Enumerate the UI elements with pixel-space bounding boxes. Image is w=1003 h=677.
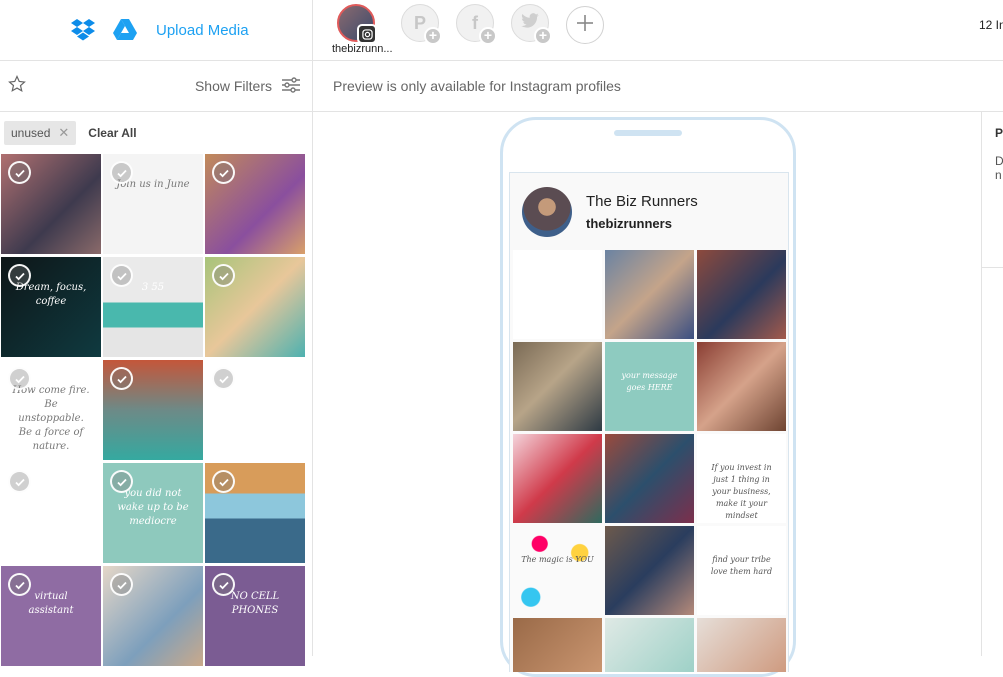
handle: thebizrunners [586, 215, 672, 231]
media-tile[interactable]: Dream, focus, coffee [1, 257, 101, 357]
instagram-icon [357, 24, 377, 44]
show-filters-label: Show Filters [194, 78, 272, 94]
post-caption: find your tribe love them hard [710, 555, 773, 576]
media-tile[interactable]: NO CELL PHONES [205, 566, 305, 666]
active-filters: unused ✕ Clear All [0, 112, 312, 154]
side-panel-heading: P [995, 126, 1003, 140]
select-checkbox[interactable] [110, 367, 133, 390]
instagram-preview: The Biz Runners thebizrunners your messa… [509, 172, 789, 672]
post-caption: your message goes HERE [621, 371, 678, 392]
profile-bar: thebizrunn... P + f + + 12 In [313, 0, 1003, 61]
divider [982, 182, 1003, 268]
feed-post [605, 434, 694, 523]
add-icon: + [479, 27, 497, 45]
select-checkbox[interactable] [110, 573, 133, 596]
display-name: The Biz Runners [586, 192, 698, 210]
star-icon[interactable] [8, 74, 26, 98]
feed-post [605, 250, 694, 339]
sliders-icon [282, 76, 300, 96]
google-drive-icon[interactable] [112, 18, 138, 42]
add-icon: + [534, 27, 552, 45]
facebook-icon: f [472, 12, 478, 33]
profile-name: thebizrunn... [332, 43, 393, 55]
media-tile[interactable] [205, 154, 305, 254]
phone-frame: The Biz Runners thebizrunners your messa… [500, 117, 796, 677]
filter-tag: unused ✕ [4, 121, 77, 145]
select-checkbox[interactable] [110, 264, 133, 287]
feed-post [513, 342, 602, 431]
clear-all-button[interactable]: Clear All [88, 126, 136, 140]
post-caption: The magic is YOU [521, 555, 594, 564]
feed-post [513, 618, 602, 672]
show-filters-button[interactable]: Show Filters [194, 76, 300, 96]
twitter-profile-button[interactable]: + [511, 4, 552, 45]
filter-bar: Show Filters [0, 61, 312, 112]
filter-tag-label: unused [11, 126, 51, 140]
post-caption: If you invest in just 1 thing in your bu… [711, 463, 772, 520]
select-checkbox[interactable] [8, 161, 31, 184]
select-checkbox[interactable] [212, 264, 235, 287]
preview-area: The Biz Runners thebizrunners your messa… [313, 112, 981, 677]
topbar-right-text: 12 In [979, 18, 1003, 32]
media-tile[interactable]: virtual assistant [1, 566, 101, 666]
add-profile-button[interactable] [566, 6, 604, 44]
feed-post: If you invest in just 1 thing in your bu… [697, 434, 786, 523]
media-library-panel: Upload Media Show Filters unused ✕ Clear… [0, 0, 313, 666]
feed-post: The magic is YOU [513, 526, 602, 615]
media-caption: you did not wake up to be mediocre [117, 488, 189, 527]
select-checkbox[interactable] [212, 573, 235, 596]
phone-speaker [614, 130, 682, 136]
select-checkbox[interactable] [212, 470, 235, 493]
avatar [522, 186, 572, 237]
media-tile[interactable] [103, 566, 203, 666]
media-tile[interactable]: 3 55 [103, 257, 203, 357]
select-checkbox[interactable] [110, 470, 133, 493]
plus-icon [575, 13, 595, 38]
preview-note: Preview is only available for Instagram … [313, 61, 1003, 112]
select-checkbox[interactable] [212, 161, 235, 184]
feed-post: find your tribe love them hard [697, 526, 786, 615]
media-tile[interactable] [1, 463, 101, 563]
upload-bar: Upload Media [0, 0, 312, 61]
side-panel: P D n [981, 112, 1003, 656]
feed-post [697, 342, 786, 431]
select-checkbox[interactable] [8, 573, 31, 596]
side-panel-text: D n [995, 154, 1003, 182]
feed-post [697, 618, 786, 672]
facebook-profile-button[interactable]: f + [456, 4, 497, 45]
upload-media-link[interactable]: Upload Media [156, 22, 249, 39]
feed-post [605, 618, 694, 672]
feed-post [513, 250, 602, 339]
media-tile[interactable] [205, 257, 305, 357]
instagram-profile-header: The Biz Runners thebizrunners [510, 173, 788, 250]
media-tile[interactable] [1, 154, 101, 254]
select-checkbox[interactable] [8, 367, 31, 390]
feed-post [513, 434, 602, 523]
feed-post [605, 526, 694, 615]
media-grid: Join us in June Dream, focus, coffee 3 55 H… [0, 154, 313, 666]
media-caption: How come fire. Be unstoppable. Be a forc… [12, 385, 90, 452]
add-icon: + [424, 27, 442, 45]
select-checkbox[interactable] [110, 161, 133, 184]
media-tile[interactable] [205, 360, 305, 460]
media-tile[interactable] [205, 463, 305, 563]
select-checkbox[interactable] [8, 470, 31, 493]
dropbox-icon[interactable] [70, 18, 96, 42]
pinterest-profile-button[interactable]: P + [401, 4, 442, 45]
media-tile[interactable]: you did not wake up to be mediocre [103, 463, 203, 563]
media-tile[interactable] [103, 360, 203, 460]
profile-avatar-instagram[interactable] [337, 4, 377, 44]
select-checkbox[interactable] [8, 264, 31, 287]
instagram-feed-grid: your message goes HERE If you invest in j… [510, 250, 788, 672]
feed-post: your message goes HERE [605, 342, 694, 431]
remove-tag-icon[interactable]: ✕ [58, 125, 69, 141]
select-checkbox[interactable] [212, 367, 235, 390]
feed-post [697, 250, 786, 339]
media-tile[interactable]: How come fire. Be unstoppable. Be a forc… [1, 360, 101, 460]
media-tile[interactable]: Join us in June [103, 154, 203, 254]
pinterest-icon: P [413, 12, 426, 33]
